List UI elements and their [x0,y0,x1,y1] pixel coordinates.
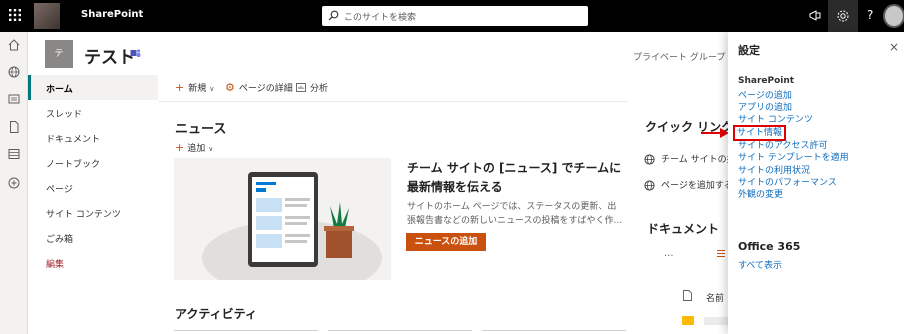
nav-item-notebook[interactable]: ノートブック [28,150,158,175]
search-placeholder: このサイトを検索 [344,13,417,23]
chart-icon [296,83,306,92]
nav-item-site-contents[interactable]: サイト コンテンツ [28,200,158,225]
settings-button[interactable] [828,0,858,32]
news-heading: ニュース [175,122,227,137]
avatar[interactable] [883,4,904,28]
file-icon[interactable] [7,120,21,134]
section-heading: SharePoint [738,76,795,86]
add-icon[interactable] [7,176,21,190]
analytics-label: 分析 [310,84,329,94]
new-label: 新規 [188,84,207,94]
show-all-link[interactable]: すべて表示 [738,258,782,271]
privacy-label: プライベート グループ [633,53,726,63]
megaphone-icon [809,10,821,21]
news-add-label: 追加 [187,144,206,154]
add-news-button[interactable]: ニュースの追加 [406,233,486,251]
table-row[interactable] [704,317,728,325]
panel-title: 設定 [738,44,760,57]
app-bar [0,32,28,334]
site-logo[interactable]: テ [45,40,73,68]
search-icon [328,10,339,21]
nav-item-home[interactable]: ホーム [28,75,158,100]
nav-item-label: ごみ箱 [46,235,74,245]
suite-bar: SharePoint このサイトを検索 ? [0,0,904,32]
site-title[interactable]: テスト [84,43,135,68]
nav-item-label: ドキュメント [46,135,101,145]
nav-item-label: スレッド [46,110,83,120]
settings-link-site-performance[interactable]: サイトのパフォーマンス [738,177,837,189]
nav-item-threads[interactable]: スレッド [28,100,158,125]
nav-item-documents[interactable]: ドキュメント [28,125,158,150]
globe-icon [644,154,655,165]
home-icon[interactable] [7,38,21,52]
page-details-button[interactable]: ⚙ ページの詳細 [225,81,293,94]
news-add-button[interactable]: + 追加 ∨ [175,141,213,154]
divider [158,101,628,102]
activity-card[interactable] [174,330,318,334]
globe-icon [644,180,655,191]
feedback-button[interactable] [800,0,830,32]
settings-link-site-contents[interactable]: サイト コンテンツ [738,114,813,126]
page-details-label: ページの詳細 [238,84,293,94]
plus-icon: + [175,81,185,94]
news-placeholder-image [174,158,391,280]
app-launcher-icon[interactable] [6,6,24,24]
gear-icon [837,10,849,22]
nav-item-label: ホーム [46,85,73,95]
file-type-icon [683,290,692,301]
settings-link-change-look[interactable]: 外観の変更 [738,189,783,201]
activity-card[interactable] [482,330,626,334]
quick-link-item[interactable]: ページを追加する [644,178,733,191]
sharepoint-window: SharePoint このサイトを検索 ? テ テスト プライベート グループ … [0,0,904,334]
office-section-heading: Office 365 [738,240,801,253]
news-illustration [202,172,382,280]
app-name[interactable]: SharePoint [81,9,143,20]
news-icon[interactable] [7,92,21,106]
news-card-description: サイトのホーム ページでは、ステータスの更新、出張報告書などの新しいニュースの投… [407,202,623,226]
name-column-header[interactable]: 名前 [706,291,724,304]
quick-link-label: チーム サイトの共 [661,155,736,165]
settings-link-add-page[interactable]: ページの追加 [738,90,792,102]
search-box[interactable]: このサイトを検索 [322,6,588,26]
help-button[interactable]: ? [856,0,886,32]
nav-item-pages[interactable]: ページ [28,175,158,200]
help-icon: ? [867,8,874,22]
close-icon[interactable]: × [889,40,899,54]
settings-panel: 設定 × SharePoint ページの追加 アプリの追加 サイト コンテンツ … [728,32,904,334]
settings-link-site-information[interactable]: サイト情報 [732,125,787,141]
settings-link-site-usage[interactable]: サイトの利用状況 [738,165,810,177]
quick-link-label: ページを追加する [661,181,733,191]
documents-heading: ドキュメント [647,222,720,236]
globe-icon[interactable] [7,65,21,79]
gear-icon: ⚙ [225,81,235,94]
menu-icon[interactable] [717,250,725,251]
chevron-down-icon: ∨ [209,85,215,93]
folder-icon [682,316,694,325]
nav-edit-link[interactable]: 編集 [28,250,158,275]
nav-item-label: ページ [46,185,73,195]
nav-item-label: 編集 [46,260,65,270]
quick-link-item[interactable]: チーム サイトの共 [644,152,736,165]
plus-icon: + [175,141,185,154]
news-card-title[interactable]: チーム サイトの [ニュース] でチームに最新情報を伝える [407,159,622,197]
tenant-logo[interactable] [34,3,60,29]
analytics-button[interactable]: 分析 [296,81,328,94]
settings-link-site-permissions[interactable]: サイトのアクセス許可 [738,140,828,152]
list-icon[interactable] [7,147,21,161]
settings-link-apply-template[interactable]: サイト テンプレートを適用 [738,152,849,164]
arrow-icon [701,128,729,138]
activity-heading: アクティビティ [175,307,257,321]
nav-item-label: サイト コンテンツ [46,210,121,220]
more-options-button[interactable]: ... [664,248,674,259]
new-button[interactable]: + 新規 ∨ [175,81,214,94]
nav-item-recycle-bin[interactable]: ごみ箱 [28,225,158,250]
teams-icon[interactable] [130,48,141,59]
settings-link-add-app[interactable]: アプリの追加 [738,102,792,114]
chevron-down-icon: ∨ [208,145,214,153]
nav-item-label: ノートブック [46,160,101,170]
activity-card[interactable] [328,330,472,334]
